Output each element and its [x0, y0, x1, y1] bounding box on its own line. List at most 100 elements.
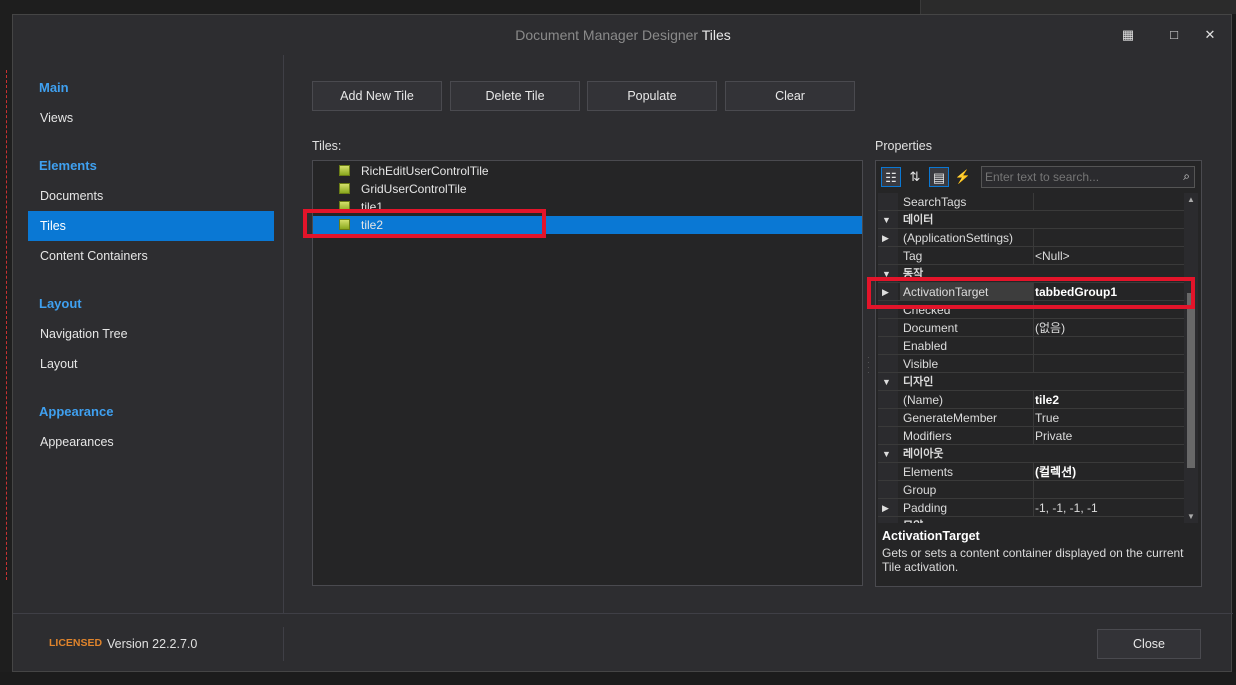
designer-dialog: Document Manager Designer Tiles ▦ □ ✕ Ma… [12, 14, 1233, 672]
collapse-icon[interactable]: ▼ [882, 445, 894, 463]
add-new-tile-button[interactable]: Add New Tile [312, 81, 442, 111]
events-icon[interactable]: ⚡ [953, 167, 973, 187]
nav-item-documents[interactable]: Documents [28, 181, 274, 211]
nav-group-appearance: Appearance [39, 404, 114, 419]
category-name: 디자인 [903, 376, 934, 388]
property-row[interactable]: Group [878, 481, 1186, 499]
layout-menu-icon[interactable]: ▦ [1117, 25, 1139, 45]
property-row[interactable]: Enabled [878, 337, 1186, 355]
property-category[interactable]: ▼ 데이터 [878, 211, 1186, 229]
tile-label: RichEditUserControlTile [361, 164, 489, 178]
expand-icon[interactable]: ▶ [882, 499, 894, 517]
footer-divider [13, 613, 1233, 614]
dialog-title: Document Manager Designer Tiles [13, 15, 1233, 55]
property-row[interactable]: Elements (컬렉션) [878, 463, 1186, 481]
highlight-box-tile2 [303, 209, 546, 238]
nav-item-appearances[interactable]: Appearances [28, 427, 274, 457]
populate-button[interactable]: Populate [587, 81, 717, 111]
alphabetical-icon[interactable]: ⇅ [905, 167, 925, 187]
property-value[interactable]: (컬렉션) [1031, 463, 1186, 481]
property-description: ActivationTarget Gets or sets a content … [882, 529, 1197, 574]
property-row[interactable]: (Name) tile2 [878, 391, 1186, 409]
nav-item-views[interactable]: Views [28, 103, 274, 133]
property-value[interactable]: tile2 [1031, 391, 1186, 409]
host-ide-strip [0, 0, 1236, 14]
designer-nav: Main Views Elements Documents Tiles Cont… [13, 55, 283, 615]
highlight-box-activation-target [867, 277, 1195, 309]
host-dashed-guide [6, 70, 7, 580]
nav-group-main: Main [39, 80, 69, 95]
search-icon[interactable]: ⌕ [1183, 169, 1190, 184]
property-value[interactable]: <Null> [1031, 247, 1186, 265]
collapse-icon[interactable]: ▼ [882, 517, 894, 523]
category-name: 데이터 [903, 214, 934, 226]
footer-separator [283, 627, 284, 661]
scrollbar-thumb[interactable] [1187, 293, 1195, 468]
property-row[interactable]: ▶ (ApplicationSettings) [878, 229, 1186, 247]
property-value[interactable]: -1, -1, -1, -1 [1031, 499, 1186, 517]
property-search[interactable]: ⌕ [981, 166, 1195, 188]
tile-icon [339, 165, 350, 176]
property-name: Group [900, 481, 1034, 499]
property-row[interactable]: Visible [878, 355, 1186, 373]
nav-group-elements: Elements [39, 158, 97, 173]
scroll-down-icon[interactable]: ▼ [1184, 512, 1198, 521]
close-button[interactable]: Close [1097, 629, 1201, 659]
property-row[interactable]: Modifiers Private [878, 427, 1186, 445]
maximize-icon[interactable]: □ [1163, 25, 1185, 45]
property-category[interactable]: ▼ 모양 [878, 517, 1186, 523]
property-name: Enabled [900, 337, 1034, 355]
property-name: GenerateMember [900, 409, 1034, 427]
host-toolbar [920, 0, 1236, 14]
property-row[interactable]: Document (없음) [878, 319, 1186, 337]
properties-label: Properties [875, 139, 932, 153]
property-value[interactable]: (없음) [1031, 319, 1186, 337]
nav-group-layout: Layout [39, 296, 82, 311]
description-text: Gets or sets a content container display… [882, 546, 1184, 574]
categorized-icon[interactable]: ☷ [881, 167, 901, 187]
tile-label: GridUserControlTile [361, 182, 467, 196]
tile-icon [339, 183, 350, 194]
nav-divider [283, 55, 284, 613]
search-input[interactable] [982, 167, 1175, 187]
expand-icon[interactable]: ▶ [882, 229, 894, 247]
property-row[interactable]: GenerateMember True [878, 409, 1186, 427]
close-icon[interactable]: ✕ [1199, 25, 1221, 45]
collapse-icon[interactable]: ▼ [882, 373, 894, 391]
nav-item-layout[interactable]: Layout [28, 349, 274, 379]
title-prefix: Document Manager Designer [515, 27, 699, 43]
category-name: 모양 [900, 517, 1033, 523]
delete-tile-button[interactable]: Delete Tile [450, 81, 580, 111]
description-title: ActivationTarget [882, 529, 980, 543]
property-category[interactable]: ▼ 레이아웃 [878, 445, 1186, 463]
title-suffix: Tiles [701, 27, 731, 43]
property-row[interactable]: ▶ Padding -1, -1, -1, -1 [878, 499, 1186, 517]
nav-item-content-containers[interactable]: Content Containers [28, 241, 274, 271]
splitter-grip[interactable]: · · · · [867, 354, 870, 377]
property-value[interactable]: Private [1031, 427, 1186, 445]
property-name: Padding [900, 499, 1034, 517]
nav-item-navigation-tree[interactable]: Navigation Tree [28, 319, 274, 349]
version-text: Version 22.2.7.0 [107, 637, 198, 651]
property-name: Document [900, 319, 1034, 337]
tiles-label: Tiles: [312, 139, 342, 153]
scroll-up-icon[interactable]: ▲ [1184, 195, 1198, 204]
host-bottom-strip [0, 672, 1236, 685]
property-row[interactable]: Tag <Null> [878, 247, 1186, 265]
property-category[interactable]: ▼ 디자인 [878, 373, 1186, 391]
list-item[interactable]: RichEditUserControlTile [313, 162, 862, 180]
list-item[interactable]: GridUserControlTile [313, 180, 862, 198]
clear-button[interactable]: Clear [725, 81, 855, 111]
property-row[interactable]: SearchTags [878, 193, 1186, 211]
licensed-badge: LICENSED [49, 637, 103, 649]
property-scrollbar[interactable]: ▲ ▼ [1184, 193, 1198, 523]
collapse-icon[interactable]: ▼ [882, 211, 894, 229]
property-name: SearchTags [900, 193, 1034, 211]
property-name: (ApplicationSettings) [900, 229, 1034, 247]
property-value[interactable]: True [1031, 409, 1186, 427]
property-pages-icon[interactable]: ▤ [929, 167, 949, 187]
property-rows: SearchTags ▼ 데이터 ▶ (ApplicationSettings) T… [878, 193, 1186, 523]
category-name: 레이아웃 [903, 448, 944, 460]
nav-item-tiles[interactable]: Tiles [28, 211, 274, 241]
property-name: Modifiers [900, 427, 1034, 445]
